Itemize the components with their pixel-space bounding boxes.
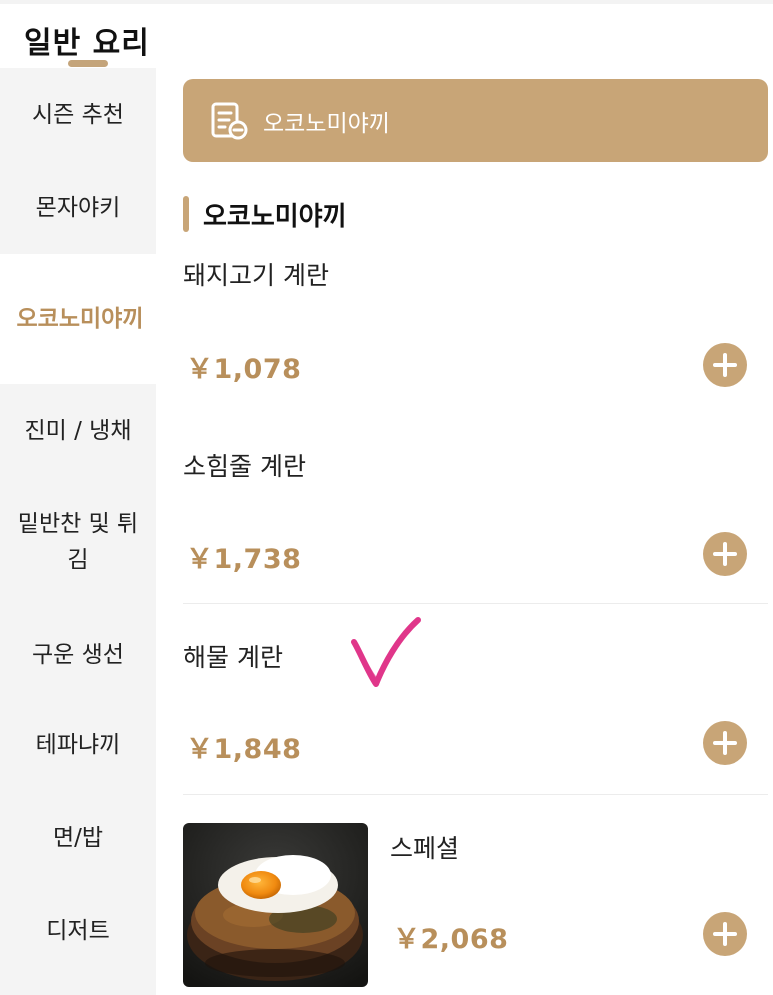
sidebar-item-label: 디저트: [46, 918, 110, 944]
section-header: 오코노미야끼: [183, 194, 347, 234]
menu-item-price: ￥2,068: [393, 924, 509, 955]
category-banner[interactable]: 오코노미야끼: [183, 79, 768, 162]
banner-label: 오코노미야끼: [263, 110, 390, 137]
add-to-cart-button[interactable]: [703, 343, 747, 387]
sidebar-item-okonomiyaki[interactable]: 오코노미야끼: [0, 254, 160, 384]
menu-item-name[interactable]: 소힘줄 계란: [183, 447, 306, 483]
menu-item-name[interactable]: 돼지고기 계란: [183, 256, 329, 292]
category-header: 일반 요리: [0, 10, 160, 70]
section-title: 오코노미야끼: [203, 201, 347, 232]
menu-item-name[interactable]: 해물 계란: [183, 638, 283, 674]
checkmark-annotation: [351, 617, 421, 687]
sidebar-item-label: 면/밥: [52, 825, 104, 851]
menu-item-price: ￥1,738: [186, 544, 302, 575]
add-to-cart-button[interactable]: [703, 912, 747, 956]
menu-list-icon: [211, 102, 248, 139]
sidebar-item-sides-fried[interactable]: 밑반찬 및 튀김: [0, 490, 156, 594]
category-title-underline: [68, 60, 108, 67]
menu-item-price: ￥1,848: [186, 734, 302, 765]
sidebar-item-delicacy[interactable]: 진미 / 냉채: [0, 386, 156, 476]
add-to-cart-button[interactable]: [703, 721, 747, 765]
item-divider: [183, 794, 768, 795]
section-accent-bar: [183, 196, 189, 232]
sidebar-item-label: 시즌 추천: [32, 101, 124, 128]
top-divider: [0, 0, 773, 4]
sidebar-item-dessert[interactable]: 디저트: [0, 886, 156, 976]
category-title: 일반 요리: [24, 26, 150, 61]
okonomiyaki-special-photo[interactable]: [183, 823, 368, 987]
sidebar-item-label: 구운 생선: [32, 642, 124, 668]
sidebar-item-label: 오코노미야끼: [16, 306, 144, 332]
sidebar-item-label: 테파냐끼: [35, 732, 121, 758]
menu-item-name[interactable]: 스페셜: [390, 829, 459, 865]
menu-item-price: ￥1,078: [186, 354, 302, 385]
sidebar-item-label: 진미 / 냉채: [24, 418, 132, 444]
sidebar-item-monjayaki[interactable]: 몬자야키: [0, 161, 156, 254]
sidebar-item-label: 밑반찬 및 튀김: [17, 511, 139, 573]
sidebar-item-label: 몬자야키: [35, 194, 121, 221]
sidebar-item-teppanyaki[interactable]: 테파냐끼: [0, 700, 156, 790]
add-to-cart-button[interactable]: [703, 532, 747, 576]
sidebar-item-noodles-rice[interactable]: 면/밥: [0, 793, 156, 883]
sidebar-item-season[interactable]: 시즌 추천: [0, 68, 156, 161]
sidebar-item-grilled-fish[interactable]: 구운 생선: [0, 610, 156, 700]
item-divider: [183, 603, 768, 604]
